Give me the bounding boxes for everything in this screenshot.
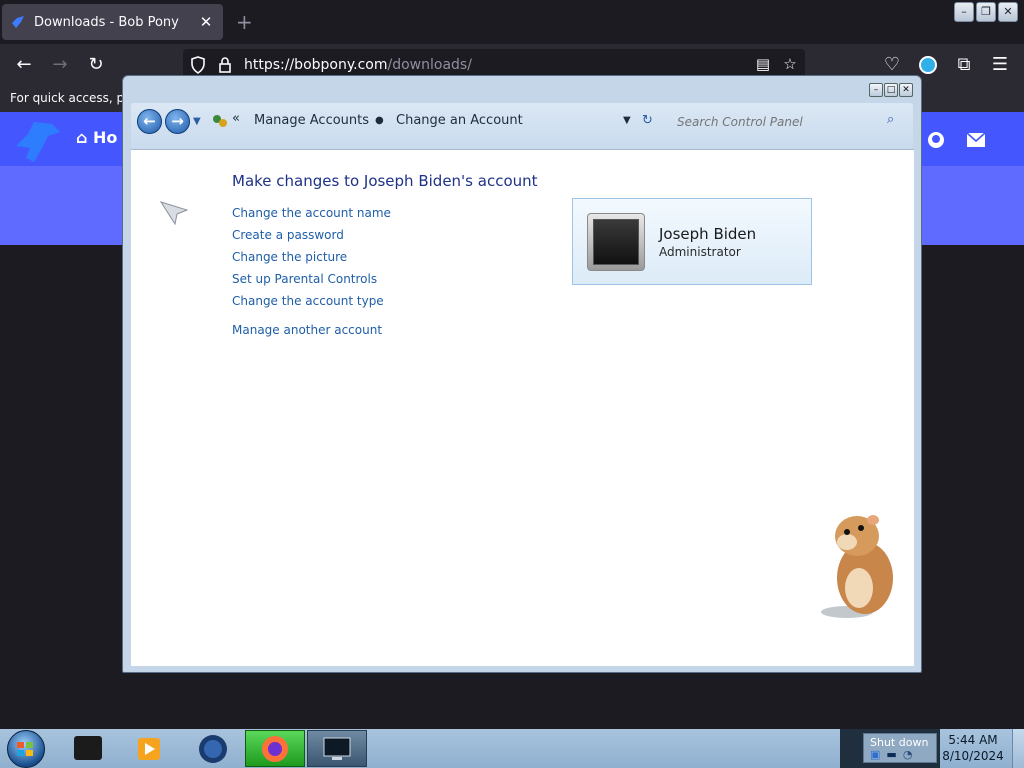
change-account-type-link[interactable]: Change the account type xyxy=(232,294,384,308)
account-picture xyxy=(587,213,645,271)
breadcrumb-change-account[interactable]: Change an Account xyxy=(396,113,523,128)
maximize-button[interactable]: □ xyxy=(884,83,898,97)
taskbar-control-panel[interactable] xyxy=(307,730,367,767)
firefox-icon xyxy=(262,736,288,762)
menu-icon[interactable]: ☰ xyxy=(988,53,1012,77)
restore-button[interactable]: ❐ xyxy=(976,2,996,22)
start-button[interactable] xyxy=(7,730,45,768)
mouse-pointer-icon xyxy=(159,201,189,226)
bobpony-favicon-icon xyxy=(12,16,24,28)
new-tab-button[interactable]: + xyxy=(236,10,253,34)
volume-icon[interactable]: ◔ xyxy=(903,748,913,761)
github-icon[interactable] xyxy=(926,130,946,150)
search-icon[interactable]: ⌕ xyxy=(887,112,894,127)
account-card[interactable]: Joseph Biden Administrator xyxy=(572,198,812,285)
site-nav-home[interactable]: ⌂ Ho xyxy=(76,128,117,147)
monitor-icon xyxy=(323,737,351,760)
clock-date: 8/10/2024 xyxy=(942,749,1004,763)
back-arrow-icon: ← xyxy=(143,112,156,130)
taskbar: Shut down ▣ ▬ ◔ 5:44 AM 8/10/2024 xyxy=(0,729,1024,768)
create-password-link[interactable]: Create a password xyxy=(232,228,344,242)
close-button[interactable]: ✕ xyxy=(899,83,913,97)
content-pane: Make changes to Joseph Biden's account C… xyxy=(131,149,914,666)
taskbar-firefox[interactable] xyxy=(245,730,305,767)
extensions-icon[interactable]: ⧉ xyxy=(952,53,976,77)
mail-icon[interactable] xyxy=(966,132,986,148)
back-arrow-icon[interactable]: ← xyxy=(12,53,36,77)
address-bar: ← → ▼ « Manage Accounts ● Change an Acco… xyxy=(131,103,913,149)
hamster-mascot-icon[interactable] xyxy=(817,510,907,620)
account-avatar[interactable] xyxy=(916,53,940,77)
globe-icon xyxy=(199,735,227,763)
window-controls: – □ ✕ xyxy=(869,83,913,97)
taskbar-app-2[interactable] xyxy=(120,730,180,767)
browser-tab-strip: Downloads - Bob Pony ✕ + – ❐ ✕ xyxy=(0,0,1024,44)
forward-arrow-icon: → xyxy=(171,112,184,130)
page-title: Make changes to Joseph Biden's account xyxy=(232,172,538,190)
tab-title: Downloads - Bob Pony xyxy=(34,14,179,30)
display-icon[interactable]: ▬ xyxy=(886,748,896,761)
clock[interactable]: 5:44 AM 8/10/2024 xyxy=(940,732,1006,764)
breadcrumb-manage-accounts[interactable]: Manage Accounts xyxy=(254,113,369,128)
pocket-icon[interactable]: ♡ xyxy=(880,53,904,77)
refresh-icon[interactable]: ↻ xyxy=(642,113,653,128)
network-icon[interactable]: ▣ xyxy=(870,748,880,761)
back-button[interactable]: ← xyxy=(137,109,162,134)
taskbar-app-1[interactable] xyxy=(58,730,118,767)
clock-time: 5:44 AM xyxy=(948,733,998,747)
windows-logo-icon xyxy=(17,742,33,756)
minimize-button[interactable]: – xyxy=(869,83,883,97)
search-input[interactable] xyxy=(671,111,901,133)
taskbar-app-3[interactable] xyxy=(182,730,242,767)
manage-another-account-link[interactable]: Manage another account xyxy=(232,323,382,337)
browser-tab[interactable]: Downloads - Bob Pony ✕ xyxy=(2,4,223,40)
minimize-button[interactable]: – xyxy=(954,2,974,22)
address-dropdown-icon[interactable]: ▼ xyxy=(623,115,631,126)
url-text[interactable]: https://bobpony.com/downloads/ xyxy=(244,57,472,73)
tab-close-icon[interactable]: ✕ xyxy=(197,13,215,31)
parental-controls-link[interactable]: Set up Parental Controls xyxy=(232,272,377,286)
browser-window-controls: – ❐ ✕ xyxy=(954,2,1018,22)
shield-icon[interactable] xyxy=(188,55,208,75)
breadcrumb-overflow-icon[interactable]: « xyxy=(232,111,240,126)
bobpony-logo-icon[interactable] xyxy=(12,118,62,164)
close-button[interactable]: ✕ xyxy=(998,2,1018,22)
shutdown-button[interactable]: Shut down ▣ ▬ ◔ xyxy=(863,733,937,763)
reader-view-icon[interactable]: ▤ xyxy=(753,55,773,73)
media-player-icon xyxy=(138,738,160,760)
change-account-name-link[interactable]: Change the account name xyxy=(232,206,391,220)
bookmark-star-icon[interactable]: ☆ xyxy=(780,55,800,73)
lock-icon[interactable] xyxy=(215,55,235,75)
home-icon: ⌂ xyxy=(76,128,88,147)
breadcrumb-separator-icon[interactable]: ● xyxy=(375,115,384,126)
control-panel-window: – □ ✕ ← → ▼ « Manage Accounts ● Change a… xyxy=(122,75,922,673)
show-desktop-button[interactable] xyxy=(1012,729,1024,768)
forward-arrow-icon[interactable]: → xyxy=(48,53,72,77)
change-picture-link[interactable]: Change the picture xyxy=(232,250,347,264)
account-role: Administrator xyxy=(659,245,741,259)
forward-button[interactable]: → xyxy=(165,109,190,134)
control-panel-icon[interactable] xyxy=(211,112,229,134)
recent-pages-chevron-icon[interactable]: ▼ xyxy=(193,116,201,127)
account-name: Joseph Biden xyxy=(659,225,757,243)
terminal-app-icon xyxy=(74,736,102,760)
reload-icon[interactable]: ↻ xyxy=(84,53,108,77)
